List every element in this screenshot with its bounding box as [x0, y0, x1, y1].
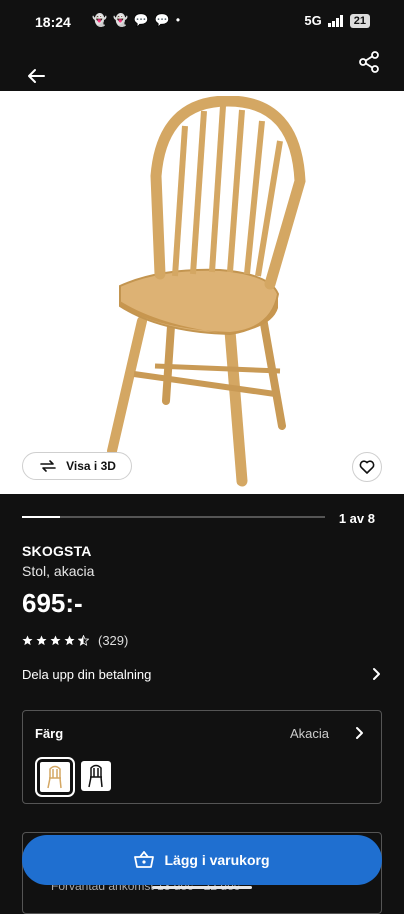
home-indicator [152, 886, 252, 889]
status-time: 18:24 [35, 14, 71, 30]
chevron-right-icon [373, 668, 380, 680]
dot-icon: • [175, 13, 181, 27]
rating[interactable]: (329) [22, 633, 128, 648]
color-value: Akacia [289, 726, 329, 741]
product-image [107, 96, 306, 487]
product-description: Stol, akacia [22, 563, 95, 579]
color-swatch-acacia[interactable] [35, 757, 75, 797]
color-selector[interactable]: Färg Akacia [22, 710, 382, 804]
heart-icon [359, 460, 375, 474]
gallery-progress [22, 516, 325, 518]
back-button[interactable] [22, 62, 50, 90]
star-icon [36, 635, 47, 646]
network-label: 5G [304, 13, 322, 28]
view-3d-button[interactable]: Visa i 3D [22, 452, 132, 480]
messenger-icon: 💬 [133, 13, 149, 27]
rotate-3d-icon [40, 460, 56, 472]
split-payment-row[interactable]: Dela upp din betalning [22, 660, 382, 688]
add-to-cart-label: Lägg i varukorg [164, 852, 270, 868]
status-bar: 18:24 👻 👻 💬 💬 • 5G 21 [0, 0, 404, 44]
color-swatch-black[interactable] [81, 761, 111, 791]
signal-icon [327, 14, 343, 27]
status-indicators: 5G 21 [304, 13, 370, 28]
add-to-cart-button[interactable]: Lägg i varukorg [22, 835, 382, 885]
snapchat-icon: 👻 [92, 13, 107, 27]
share-icon [359, 51, 379, 73]
gallery-counter: 1 av 8 [338, 511, 375, 526]
review-count: (329) [98, 633, 129, 648]
battery-icon: 21 [349, 13, 370, 28]
favorite-button[interactable] [352, 452, 382, 482]
half-star-icon [78, 635, 89, 646]
split-payment-label: Dela upp din betalning [22, 666, 152, 682]
chevron-right-icon [356, 727, 363, 739]
back-arrow-icon [28, 69, 45, 83]
product-price: 695:- [22, 588, 83, 618]
cart-icon [134, 851, 155, 868]
color-label: Färg [35, 726, 64, 741]
messenger-icon: 💬 [154, 13, 170, 27]
view-3d-label: Visa i 3D [66, 459, 116, 473]
star-icon [50, 635, 61, 646]
share-button[interactable] [356, 49, 382, 75]
product-image-area[interactable]: Visa i 3D [0, 91, 404, 494]
product-name: SKOGSTA [22, 543, 92, 559]
top-nav [0, 44, 404, 91]
star-icon [22, 635, 33, 646]
gallery-progress-fill [22, 516, 60, 518]
star-icon [64, 635, 75, 646]
notification-icons: 👻 👻 💬 💬 • [92, 13, 180, 27]
chair-acacia-icon [47, 765, 62, 789]
chair-black-icon [88, 764, 103, 788]
snapchat-icon: 👻 [112, 13, 128, 27]
